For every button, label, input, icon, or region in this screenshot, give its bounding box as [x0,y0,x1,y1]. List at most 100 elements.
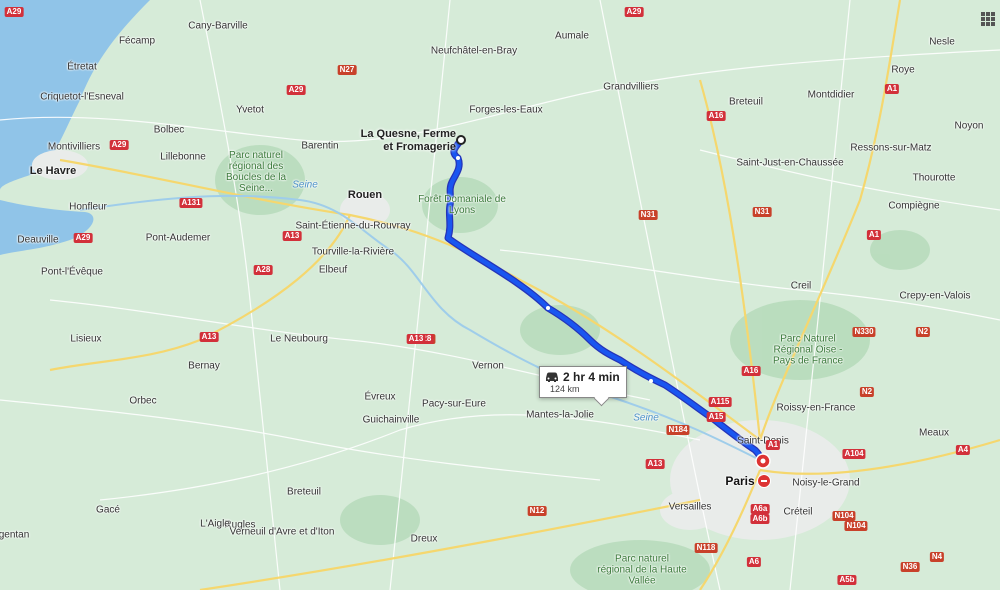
road-shield: A1 [765,440,781,450]
place-label[interactable]: L'Aigle [200,519,230,530]
park-label: Parc Naturel Régional Oise - Pays de Fra… [772,333,844,367]
road-shield: A1 [866,230,882,240]
place-label[interactable]: Lillebonne [160,152,206,163]
place-label[interactable]: Saint-Just-en-Chaussée [736,158,843,169]
place-label[interactable]: Gacé [96,505,120,516]
place-label[interactable]: Criquetot-l'Esneval [40,92,124,103]
route-distance: 124 km [550,384,580,394]
place-label[interactable]: Pacy-sur-Eure [422,399,486,410]
road-shield: A115 [708,397,732,407]
place-label[interactable]: Fécamp [119,36,155,47]
road-shield: N330 [852,327,876,337]
park-label: Forêt Domaniale de Lyons [418,194,506,216]
road-shield: N104 [832,511,856,521]
place-label[interactable]: Bernay [188,361,220,372]
place-label[interactable]: Pont-Audemer [146,233,210,244]
place-label[interactable]: Yvetot [236,105,264,116]
road-shield: A16 [741,366,761,376]
place-label[interactable]: Orbec [129,396,156,407]
place-label[interactable]: Grandvilliers [603,82,659,93]
place-label[interactable]: Le Havre [30,165,76,177]
road-shield: N2 [859,387,875,397]
place-label[interactable]: Étretat [67,62,96,73]
place-label[interactable]: Nesle [929,37,955,48]
place-label[interactable]: Crepy-en-Valois [900,291,971,302]
road-shield: A29 [73,233,93,243]
place-label[interactable]: Montdidier [808,90,855,101]
road-shield: N118 [694,543,718,553]
place-label[interactable]: Noisy-le-Grand [792,478,859,489]
place-label[interactable]: Noyon [955,121,984,132]
place-label[interactable]: Creil [791,281,812,292]
place-label[interactable]: Breteuil [729,97,763,108]
road-shield: A29 [286,85,306,95]
road-shield: A131 [179,198,203,208]
destination-pin-icon[interactable] [754,453,772,471]
river-label: Seine [292,179,318,191]
place-label[interactable]: Neufchâtel-en-Bray [431,46,517,57]
place-label[interactable]: Rouen [348,189,382,201]
place-label[interactable]: Thourotte [913,173,956,184]
place-label[interactable]: Meaux [919,428,949,439]
road-shield: A4 [955,445,971,455]
place-label[interactable]: Forges-les-Eaux [469,105,542,116]
place-label[interactable]: Le Neubourg [270,334,328,345]
place-label[interactable]: Breteuil [287,487,321,498]
place-label[interactable]: Guichainville [363,415,420,426]
place-label[interactable]: Cany-Barville [188,21,247,32]
road-shield: N184 [666,425,690,435]
road-shield: N4 [929,552,945,562]
road-shield: N31 [638,210,658,220]
place-label[interactable]: Roissy-en-France [777,403,856,414]
place-label[interactable]: Roye [891,65,914,76]
road-shield: A13 [645,459,665,469]
river-label: Seine [633,412,659,424]
place-label[interactable]: Aumale [555,31,589,42]
road-shield: A29 [4,7,24,17]
place-label[interactable]: Verneuil d'Avre et d'Iton [230,527,335,538]
road-shield: A15 [706,412,726,422]
road-shield: A16 [706,111,726,121]
road-shield: N2 [915,327,931,337]
road-shield: N12 [527,506,547,516]
place-label[interactable]: Honfleur [69,202,107,213]
place-label[interactable]: Saint-Denis [737,436,789,447]
road-shield: A13 [406,334,426,344]
road-shield: A5b [837,575,857,585]
apps-grid-icon[interactable] [981,12,995,26]
place-label[interactable]: Dreux [411,534,438,545]
road-shield: A1 [884,84,900,94]
place-label[interactable]: Versailles [669,502,712,513]
road-shield: A6b [750,514,770,524]
destination-label[interactable]: Paris [725,474,754,488]
road-shield: A6 [746,557,762,567]
route-info-tooltip[interactable]: 2 hr 4 min 124 km [539,366,627,398]
place-label[interactable]: Évreux [364,392,395,403]
place-label[interactable]: Vernon [472,361,504,372]
map-canvas[interactable] [0,0,1000,590]
place-label[interactable]: Saint-Étienne-du-Rouvray [295,221,410,232]
place-label[interactable]: Ressons-sur-Matz [850,143,931,154]
place-label[interactable]: Pont-l'Évêque [41,267,103,278]
place-label[interactable]: Compiègne [888,201,939,212]
park-label: Parc naturel régional des Boucles de la … [225,150,287,194]
place-label[interactable]: Créteil [784,507,813,518]
origin-label[interactable]: La Quesne, Ferme et Fromagerie [340,128,456,154]
place-label[interactable]: Montivilliers [48,142,100,153]
park-label: Parc naturel régional de la Haute Vallée [597,553,687,587]
place-label[interactable]: Tourville-la-Rivière [312,247,394,258]
road-shield: A29 [109,140,129,150]
place-label[interactable]: Elbeuf [319,265,347,276]
place-label[interactable]: Barentin [301,141,338,152]
place-label[interactable]: gentan [0,530,29,541]
road-shield: A29 [624,7,644,17]
place-label[interactable]: Mantes-la-Jolie [526,410,594,421]
car-icon [546,372,558,382]
road-shield: A28 [253,265,273,275]
destination-marker[interactable] [757,474,771,488]
place-label[interactable]: Bolbec [154,125,185,136]
place-label[interactable]: Deauville [17,235,58,246]
route-duration: 2 hr 4 min [563,370,620,384]
origin-circle-icon[interactable] [456,135,466,145]
place-label[interactable]: Lisieux [70,334,101,345]
